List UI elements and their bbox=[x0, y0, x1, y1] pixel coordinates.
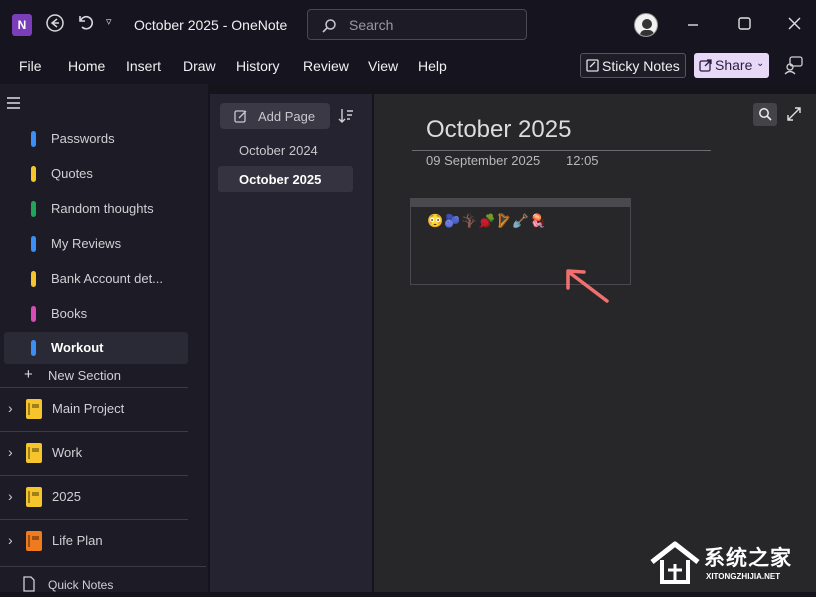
page-label: October 2024 bbox=[239, 143, 318, 158]
minimize-button[interactable] bbox=[683, 12, 703, 32]
notebook-2025[interactable]: › 2025 bbox=[0, 475, 188, 518]
notebook-life-plan[interactable]: › Life Plan bbox=[0, 519, 188, 562]
notebook-icon bbox=[26, 443, 42, 463]
divider bbox=[0, 566, 206, 567]
house-logo-icon bbox=[650, 541, 700, 584]
search-placeholder: Search bbox=[349, 17, 394, 33]
watermark-name: 系统之家 bbox=[704, 547, 792, 570]
close-icon bbox=[788, 17, 801, 30]
section-workout[interactable]: Workout bbox=[4, 332, 188, 364]
hamburger-menu-icon[interactable] bbox=[6, 96, 22, 115]
page-time: 12:05 bbox=[566, 153, 599, 168]
section-color-tab bbox=[31, 131, 36, 147]
share-icon bbox=[699, 59, 712, 72]
search-page-button[interactable] bbox=[753, 103, 777, 126]
chevron-down-icon: ⌄ bbox=[756, 58, 765, 69]
note-content[interactable]: 😳🫐🪾🫜🪉🪏🪼 bbox=[427, 213, 547, 229]
quick-notes-link[interactable]: Quick Notes bbox=[48, 578, 113, 592]
sections-sidebar: Passwords Quotes Random thoughts My Revi… bbox=[0, 84, 208, 592]
close-button[interactable] bbox=[785, 14, 805, 34]
sticky-notes-button[interactable]: Sticky Notes bbox=[580, 53, 686, 78]
notebook-label: Life Plan bbox=[52, 533, 103, 548]
share-label: Share bbox=[715, 57, 753, 73]
new-section-link[interactable]: New Section bbox=[48, 368, 121, 383]
section-passwords[interactable]: Passwords bbox=[0, 123, 190, 155]
menu-help[interactable]: Help bbox=[418, 58, 447, 74]
search-icon bbox=[322, 19, 336, 33]
window-title: October 2025 - OneNote bbox=[134, 17, 288, 33]
section-books[interactable]: Books bbox=[0, 298, 190, 330]
quick-access-dropdown-icon[interactable]: ▿ bbox=[106, 15, 112, 28]
notebook-icon bbox=[26, 531, 42, 551]
page-item-october-2025[interactable]: October 2025 bbox=[218, 166, 353, 192]
chevron-right-icon[interactable]: › bbox=[8, 444, 13, 460]
section-color-tab bbox=[31, 306, 36, 322]
add-page-label: Add Page bbox=[258, 109, 316, 124]
notebook-label: 2025 bbox=[52, 489, 81, 504]
expand-icon[interactable] bbox=[786, 106, 802, 127]
onenote-logo-icon: N bbox=[12, 14, 32, 36]
section-color-tab bbox=[31, 236, 36, 252]
section-my-reviews[interactable]: My Reviews bbox=[0, 228, 190, 260]
section-label: Random thoughts bbox=[51, 201, 154, 216]
watermark: 系统之家 XITONGZHIJIA.NET bbox=[640, 536, 816, 592]
menu-home[interactable]: Home bbox=[68, 58, 105, 74]
section-label: My Reviews bbox=[51, 236, 122, 251]
watermark-site: XITONGZHIJIA.NET bbox=[706, 572, 781, 581]
page-title[interactable]: October 2025 bbox=[426, 116, 571, 144]
notebook-label: Main Project bbox=[52, 401, 125, 416]
arrow-annotation-icon bbox=[560, 266, 612, 311]
section-label: Workout bbox=[51, 340, 104, 355]
section-color-tab bbox=[31, 271, 36, 287]
notebook-work[interactable]: › Work bbox=[0, 431, 188, 474]
section-label: Books bbox=[51, 306, 88, 321]
share-button[interactable]: Share ⌄ bbox=[694, 53, 769, 78]
add-page-button[interactable]: Add Page bbox=[220, 103, 330, 129]
section-bank-account[interactable]: Bank Account det... bbox=[0, 263, 190, 295]
notebook-icon bbox=[26, 487, 42, 507]
menu-review[interactable]: Review bbox=[303, 58, 349, 74]
chevron-right-icon[interactable]: › bbox=[8, 532, 13, 548]
undo-icon[interactable] bbox=[76, 13, 94, 36]
chevron-right-icon[interactable]: › bbox=[8, 488, 13, 504]
notebook-main-project[interactable]: › Main Project bbox=[0, 387, 188, 430]
menu-insert[interactable]: Insert bbox=[126, 58, 161, 74]
notebook-label: Work bbox=[52, 445, 83, 460]
page-canvas[interactable] bbox=[374, 94, 816, 592]
section-color-tab bbox=[31, 201, 36, 217]
search-icon bbox=[759, 108, 772, 121]
section-label: Bank Account det... bbox=[51, 271, 164, 286]
add-page-icon bbox=[234, 110, 247, 123]
page-label: October 2025 bbox=[239, 172, 322, 187]
title-underline bbox=[412, 150, 711, 151]
notebook-icon bbox=[26, 399, 42, 419]
plus-icon[interactable]: + bbox=[24, 366, 33, 383]
maximize-button[interactable] bbox=[735, 14, 755, 34]
quick-notes-icon bbox=[22, 576, 36, 597]
menu-file[interactable]: File bbox=[19, 58, 42, 74]
avatar[interactable] bbox=[634, 13, 658, 37]
menu-view[interactable]: View bbox=[368, 58, 398, 74]
menu-history[interactable]: History bbox=[236, 58, 280, 74]
section-label: Quotes bbox=[51, 166, 93, 181]
back-icon[interactable] bbox=[45, 13, 65, 38]
sticky-note-icon bbox=[586, 59, 599, 72]
section-color-tab bbox=[31, 340, 36, 356]
chevron-right-icon[interactable]: › bbox=[8, 400, 13, 416]
sticky-notes-label: Sticky Notes bbox=[602, 58, 680, 74]
section-quotes[interactable]: Quotes bbox=[0, 158, 190, 190]
page-item-october-2024[interactable]: October 2024 bbox=[218, 137, 353, 163]
section-label: Passwords bbox=[51, 131, 115, 146]
sort-icon[interactable] bbox=[337, 107, 355, 130]
feedback-icon[interactable] bbox=[784, 55, 804, 80]
note-drag-handle[interactable] bbox=[411, 199, 630, 207]
section-random-thoughts[interactable]: Random thoughts bbox=[0, 193, 190, 225]
search-input[interactable]: Search bbox=[307, 9, 527, 40]
menu-draw[interactable]: Draw bbox=[183, 58, 216, 74]
page-date: 09 September 2025 bbox=[426, 153, 541, 168]
section-color-tab bbox=[31, 166, 36, 182]
